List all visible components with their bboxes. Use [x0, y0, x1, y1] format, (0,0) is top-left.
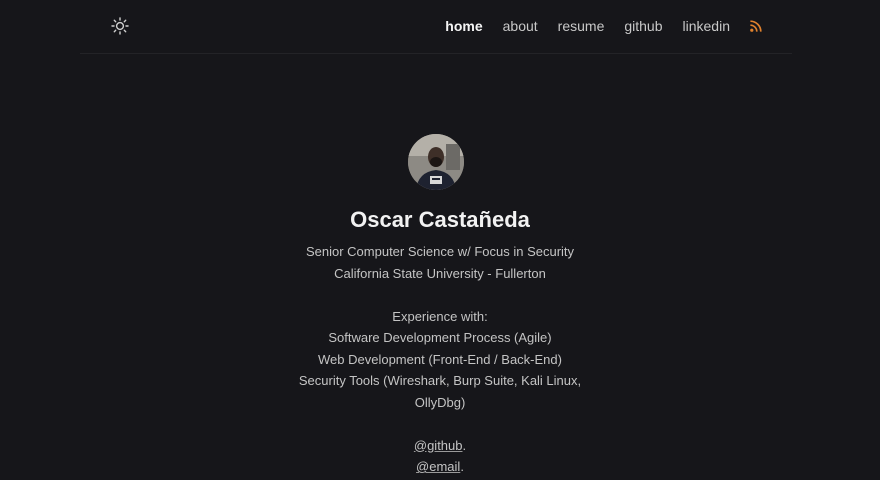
github-line: @github. — [0, 435, 880, 457]
site-header: home about resume github linkedin — [80, 0, 792, 54]
period: . — [462, 437, 467, 453]
nav-about[interactable]: about — [503, 17, 538, 35]
experience-item-continued: OllyDbg) — [414, 394, 466, 410]
avatar — [408, 134, 464, 190]
profile-bio: Senior Computer Science w/ Focus in Secu… — [0, 241, 880, 478]
email-line: @email. — [0, 456, 880, 478]
main-nav: home about resume github linkedin — [425, 17, 762, 35]
profile-name: Oscar Castañeda — [350, 207, 530, 232]
experience-item: Software Development Process (Agile) — [328, 330, 552, 345]
period: . — [460, 459, 464, 474]
experience-heading: Experience with: — [392, 308, 488, 324]
sun-icon[interactable] — [111, 17, 129, 35]
nav-github[interactable]: github — [624, 17, 662, 35]
nav-home[interactable]: home — [445, 17, 482, 35]
email-link[interactable]: @email — [416, 459, 460, 474]
nav-resume[interactable]: resume — [558, 17, 605, 35]
nav-linkedin[interactable]: linkedin — [683, 17, 730, 35]
university-line: California State University - Fullerton — [334, 265, 546, 281]
rss-icon[interactable] — [750, 20, 762, 32]
subtitle-line: Senior Computer Science w/ Focus in Secu… — [305, 244, 575, 259]
experience-item: Security Tools (Wireshark, Burp Suite, K… — [298, 373, 582, 388]
experience-item: Web Development (Front-End / Back-End) — [318, 351, 562, 367]
github-link[interactable]: @github — [414, 438, 463, 453]
